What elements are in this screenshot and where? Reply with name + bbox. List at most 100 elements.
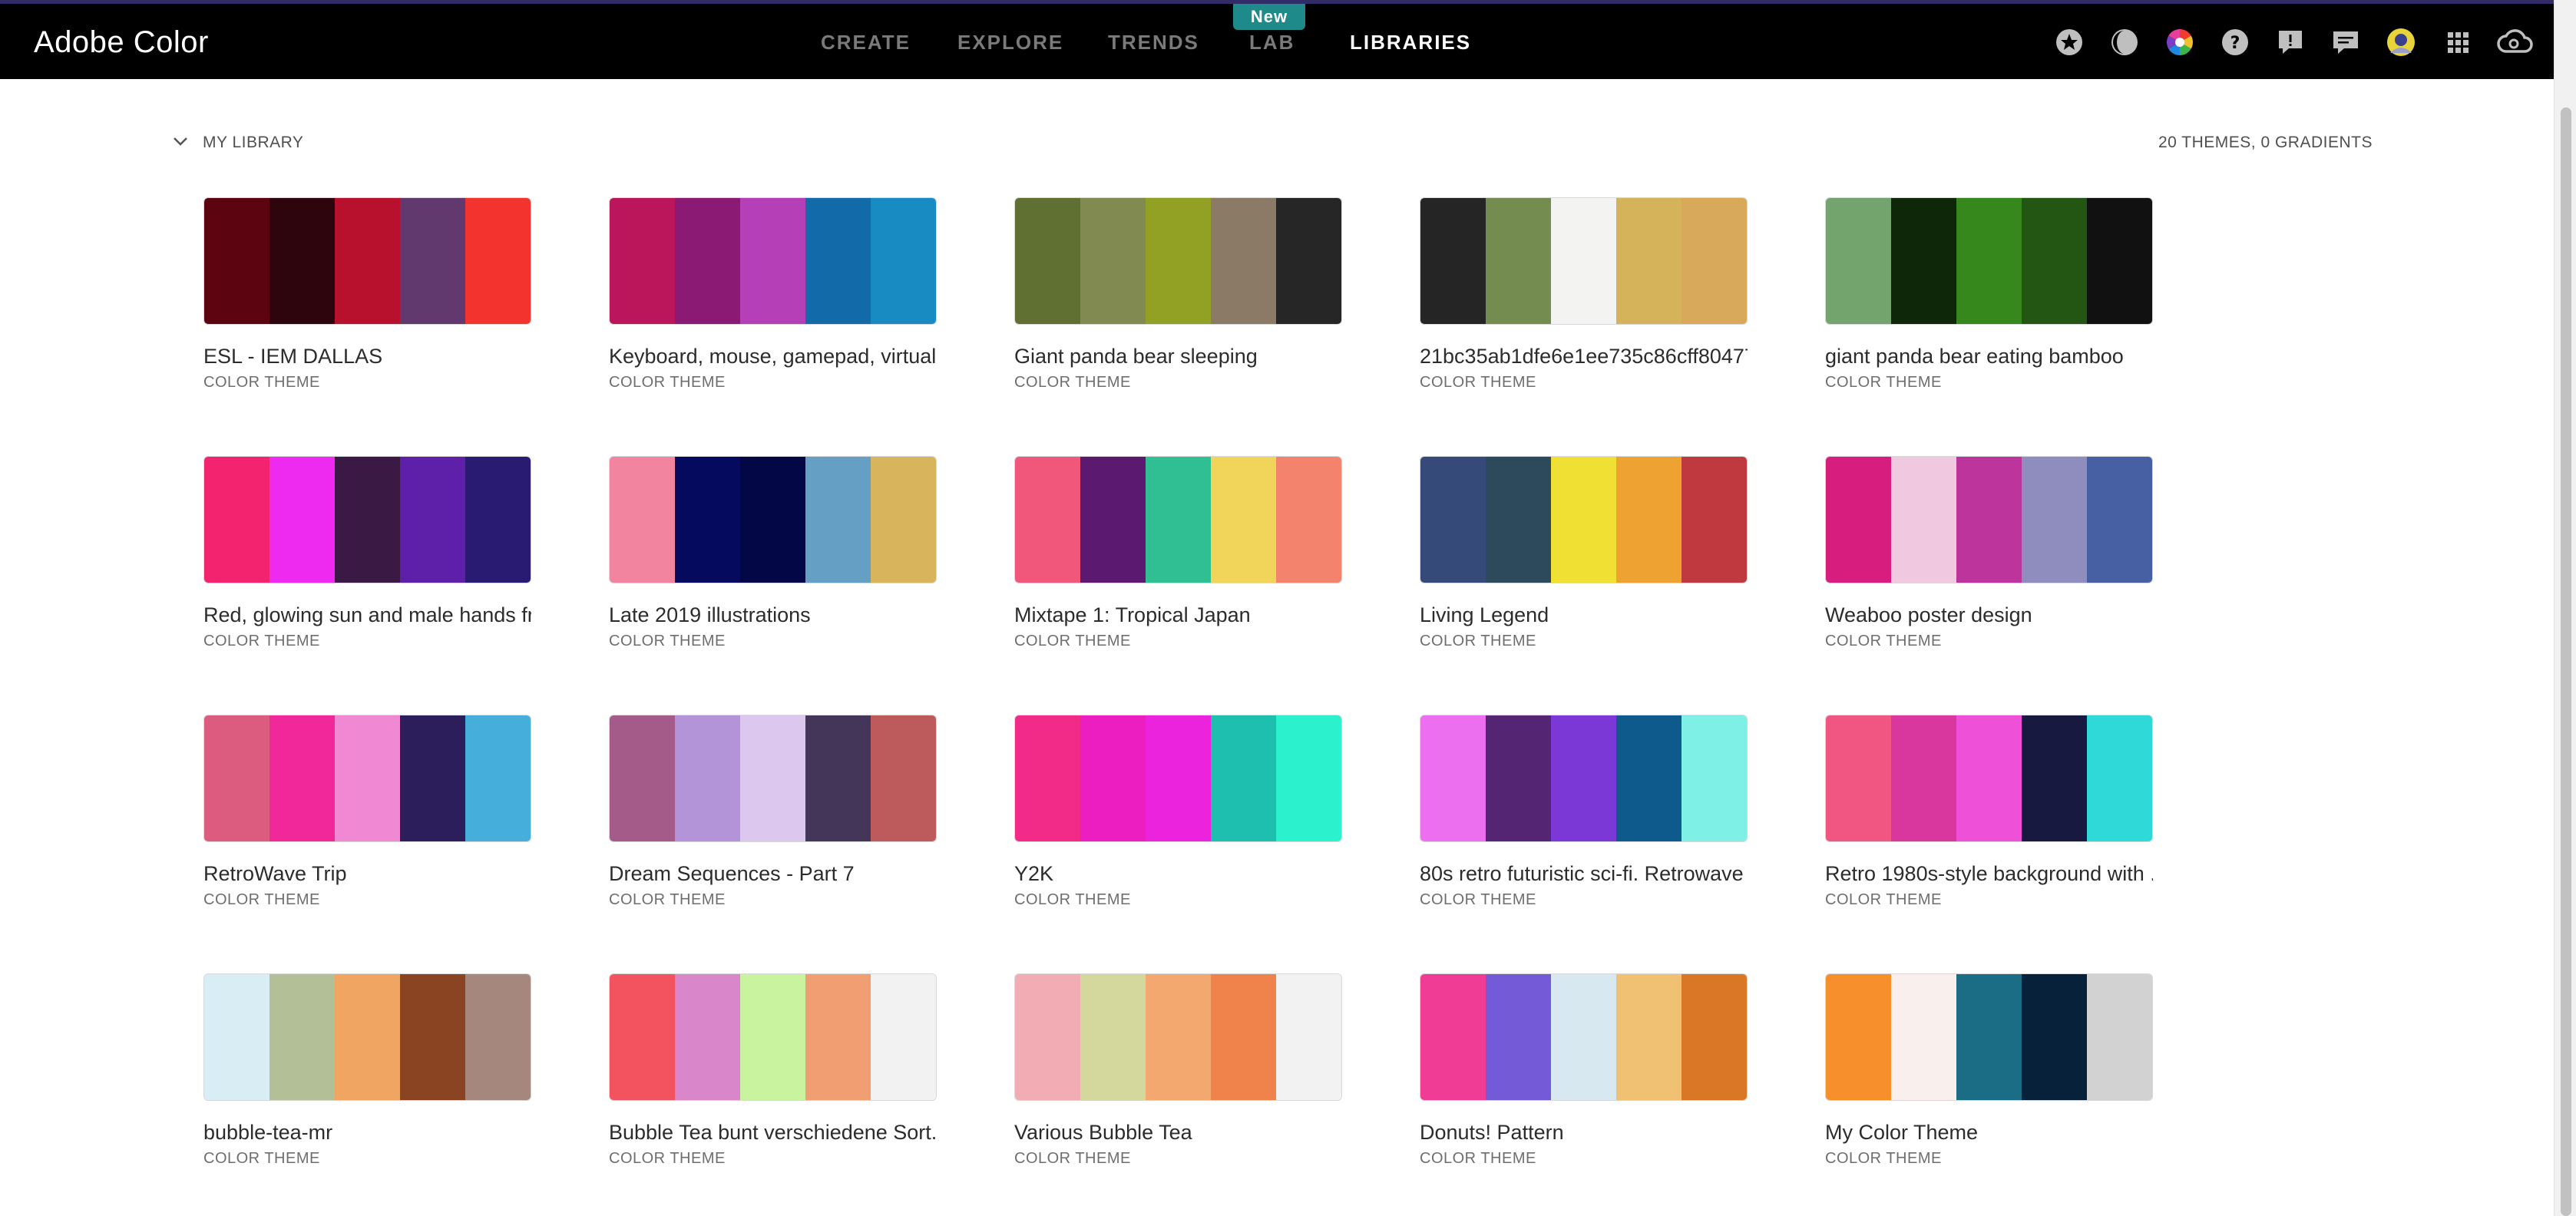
theme-card[interactable]: Various Bubble Tea COLOR THEME (1014, 973, 1342, 1173)
color-swatch (465, 457, 531, 583)
theme-name[interactable]: Mixtape 1: Tropical Japan (1014, 603, 1342, 627)
theme-type: COLOR THEME (609, 374, 726, 391)
theme-swatches[interactable] (203, 456, 531, 583)
theme-swatches[interactable] (1420, 973, 1748, 1101)
help-icon[interactable]: ? (2220, 27, 2250, 58)
color-swatch (1146, 715, 1211, 841)
star-icon[interactable] (2054, 27, 2085, 58)
theme-card[interactable]: Keyboard, mouse, gamepad, virtual... COLO… (609, 197, 937, 397)
color-swatch (805, 974, 871, 1100)
nav-trends[interactable]: TRENDS (1108, 31, 1199, 55)
nav-explore[interactable]: EXPLORE (957, 31, 1063, 55)
theme-card[interactable]: Bubble Tea bunt verschiedene Sort... COLO… (609, 973, 937, 1173)
library-title[interactable]: MY LIBRARY (203, 134, 303, 152)
theme-card[interactable]: Dream Sequences - Part 7 COLOR THEME (609, 715, 937, 914)
theme-card[interactable]: Retro 1980s-style background with ... COL… (1825, 715, 2153, 914)
theme-swatches[interactable] (1014, 197, 1342, 325)
theme-card[interactable]: Late 2019 illustrations COLOR THEME (609, 456, 937, 656)
color-swatch (1956, 974, 2022, 1100)
theme-name[interactable]: Y2K (1014, 862, 1342, 886)
theme-swatches[interactable] (1014, 715, 1342, 842)
theme-swatches[interactable] (1014, 456, 1342, 583)
theme-swatches[interactable] (1825, 973, 2153, 1101)
theme-card[interactable]: RetroWave Trip COLOR THEME (203, 715, 531, 914)
color-swatch (1420, 198, 1486, 324)
theme-card[interactable]: bubble-tea-mr COLOR THEME (203, 973, 531, 1173)
color-swatch (740, 457, 805, 583)
nav-create[interactable]: CREATE (821, 31, 911, 55)
avatar[interactable] (2386, 27, 2416, 58)
theme-name[interactable]: Donuts! Pattern (1420, 1121, 1748, 1145)
theme-card[interactable]: ESL - IEM DALLAS COLOR THEME (203, 197, 531, 397)
theme-name[interactable]: giant panda bear eating bamboo (1825, 345, 2153, 368)
creative-cloud-icon[interactable] (2495, 27, 2534, 58)
theme-card[interactable]: 80s retro futuristic sci-fi. Retrowave .… (1420, 715, 1748, 914)
theme-card[interactable]: Weaboo poster design COLOR THEME (1825, 456, 2153, 656)
brand-logo[interactable]: Adobe Color (34, 25, 209, 60)
color-swatch (1486, 198, 1551, 324)
theme-swatches[interactable] (203, 715, 531, 842)
theme-card[interactable]: Donuts! Pattern COLOR THEME (1420, 973, 1748, 1173)
theme-card[interactable]: Living Legend COLOR THEME (1420, 456, 1748, 656)
contrast-icon[interactable] (2109, 27, 2140, 58)
chat-icon[interactable] (2330, 27, 2361, 58)
scrollbar-thumb[interactable] (2561, 107, 2571, 1216)
theme-card[interactable]: My Color Theme COLOR THEME (1825, 973, 2153, 1173)
theme-name[interactable]: Late 2019 illustrations (609, 603, 937, 627)
theme-swatches[interactable] (1825, 456, 2153, 583)
theme-card[interactable]: Giant panda bear sleeping COLOR THEME (1014, 197, 1342, 397)
color-swatch (2087, 198, 2152, 324)
theme-card[interactable]: Red, glowing sun and male hands fr... COL… (203, 456, 531, 656)
theme-type: COLOR THEME (1420, 633, 1536, 649)
theme-swatches[interactable] (1825, 197, 2153, 325)
theme-swatches[interactable] (1825, 715, 2153, 842)
theme-name[interactable]: RetroWave Trip (203, 862, 531, 886)
nav-lab[interactable]: LAB (1249, 31, 1295, 55)
theme-swatches[interactable] (1420, 456, 1748, 583)
theme-name[interactable]: Dream Sequences - Part 7 (609, 862, 937, 886)
theme-name[interactable]: Bubble Tea bunt verschiedene Sort... (609, 1121, 937, 1145)
color-swatch (1551, 198, 1616, 324)
color-swatch (2022, 198, 2087, 324)
theme-name[interactable]: My Color Theme (1825, 1121, 2153, 1145)
page-scrollbar[interactable] (2554, 0, 2576, 1216)
theme-name[interactable]: 80s retro futuristic sci-fi. Retrowave .… (1420, 862, 1748, 886)
theme-swatches[interactable] (203, 197, 531, 325)
apps-grid-icon[interactable] (2442, 27, 2473, 58)
theme-swatches[interactable] (1420, 715, 1748, 842)
color-swatch (2087, 715, 2152, 841)
theme-name[interactable]: Keyboard, mouse, gamepad, virtual... (609, 345, 937, 368)
theme-swatches[interactable] (1014, 973, 1342, 1101)
color-wheel-icon[interactable] (2164, 27, 2195, 58)
color-swatch (740, 198, 805, 324)
theme-name[interactable]: Living Legend (1420, 603, 1748, 627)
color-swatch (1420, 457, 1486, 583)
theme-name[interactable]: Red, glowing sun and male hands fr... (203, 603, 531, 627)
color-swatch (1956, 715, 2022, 841)
nav-libraries[interactable]: LIBRARIES (1350, 31, 1471, 55)
theme-name[interactable]: bubble-tea-mr (203, 1121, 531, 1145)
theme-card[interactable]: Y2K COLOR THEME (1014, 715, 1342, 914)
theme-name[interactable]: Various Bubble Tea (1014, 1121, 1342, 1145)
color-swatch (1551, 715, 1616, 841)
theme-name[interactable]: 21bc35ab1dfe6e1ee735c86cff80477... (1420, 345, 1748, 368)
theme-swatches[interactable] (203, 973, 531, 1101)
feedback-icon[interactable] (2275, 27, 2306, 58)
theme-type: COLOR THEME (203, 891, 320, 908)
theme-name[interactable]: Weaboo poster design (1825, 603, 2153, 627)
app-header: Adobe Color CREATE EXPLORE TRENDS LAB Ne… (0, 4, 2554, 79)
chevron-down-icon[interactable] (170, 132, 190, 152)
theme-swatches[interactable] (609, 197, 937, 325)
theme-type: COLOR THEME (609, 633, 726, 649)
theme-swatches[interactable] (609, 973, 937, 1101)
theme-swatches[interactable] (609, 456, 937, 583)
theme-swatches[interactable] (609, 715, 937, 842)
theme-card[interactable]: 21bc35ab1dfe6e1ee735c86cff80477... COLOR … (1420, 197, 1748, 397)
theme-name[interactable]: Retro 1980s-style background with ... (1825, 862, 2153, 886)
theme-card[interactable]: giant panda bear eating bamboo COLOR THEM… (1825, 197, 2153, 397)
theme-name[interactable]: ESL - IEM DALLAS (203, 345, 531, 368)
theme-card[interactable]: Mixtape 1: Tropical Japan COLOR THEME (1014, 456, 1342, 656)
theme-name[interactable]: Giant panda bear sleeping (1014, 345, 1342, 368)
color-swatch (204, 457, 270, 583)
theme-swatches[interactable] (1420, 197, 1748, 325)
